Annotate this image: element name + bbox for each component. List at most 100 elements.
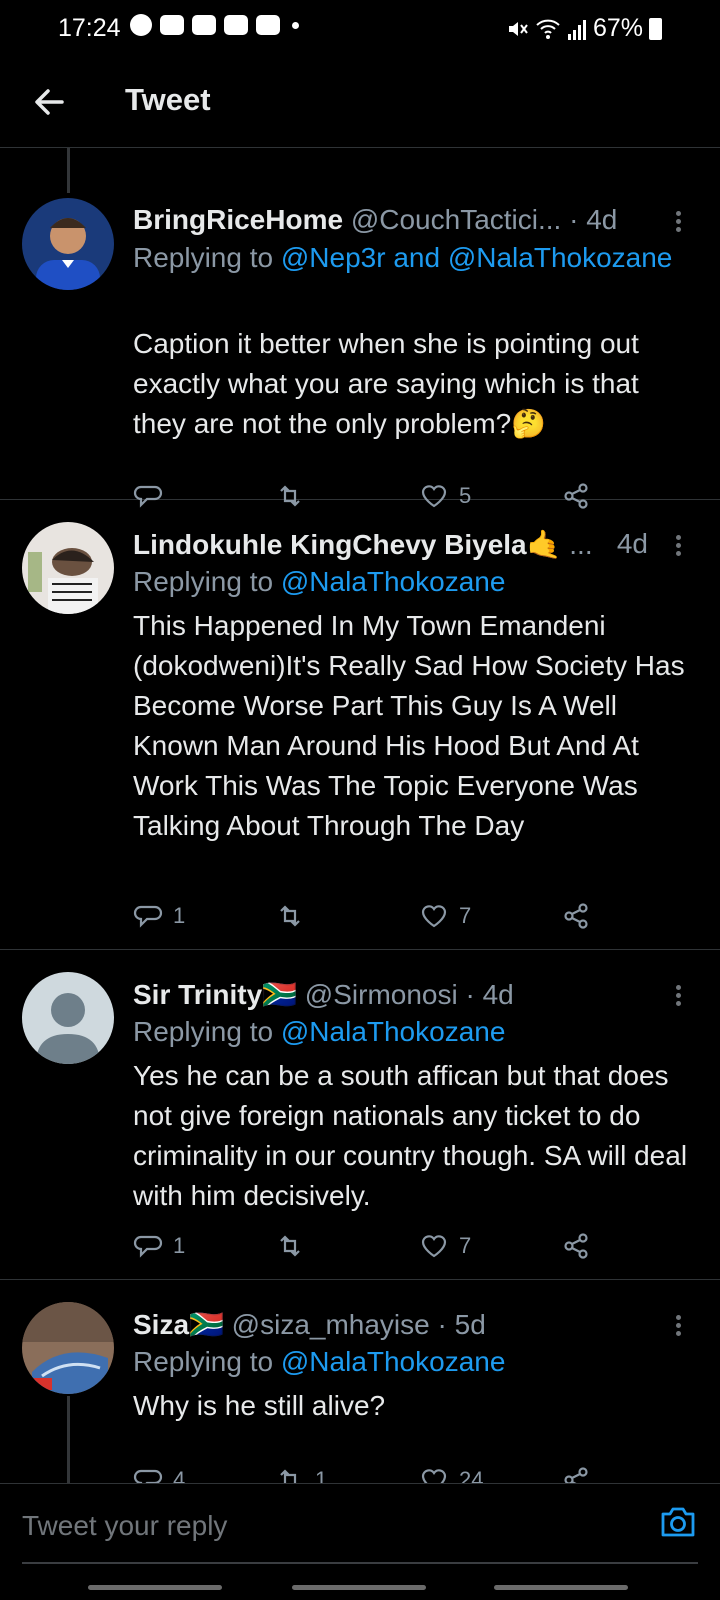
tweet-text: Yes he can be a south affican but that d… [133,1060,688,1211]
share-icon [564,903,588,929]
retweet-icon [280,1235,300,1257]
more-notifications-dot [292,21,299,29]
system-status: 67% [505,14,662,43]
reply-input[interactable] [22,1506,622,1546]
like-count: 7 [459,903,472,928]
back-button[interactable] [30,82,70,122]
display-name[interactable]: Lindokuhle KingChevy Biyela🤙 [133,529,562,560]
retweet-count: 1 [315,1467,328,1483]
reply-button[interactable]: 1 [133,1228,185,1264]
page-title: Tweet [125,82,211,117]
display-name[interactable]: Siza🇿🇦 [133,1309,224,1340]
nav-recents-button[interactable] [88,1585,222,1590]
mute-icon [508,21,528,36]
tweet-time: · 5d [437,1309,486,1340]
tweet-actions: 1 7 [133,1228,613,1264]
share-button[interactable] [561,898,591,934]
download-icon [192,15,216,35]
tweet-time: 4d [616,528,648,559]
camera-icon [661,1507,695,1537]
system-nav-bar [0,1565,720,1600]
nav-back-button[interactable] [494,1585,628,1590]
signal-icon [567,19,586,40]
user-handle[interactable]: ... [569,529,592,560]
camera-button[interactable] [658,1502,698,1542]
like-count: 24 [459,1467,484,1483]
reply-tweet[interactable]: Lindokuhle KingChevy Biyela🤙 ... 4d Repl… [0,500,720,950]
previous-tweet-actions [0,148,720,158]
tweet-header: Sir Trinity🇿🇦 @Sirmonosi · 4d [133,978,660,1011]
avatar[interactable] [22,972,114,1064]
reply-count: 4 [173,1467,186,1483]
retweet-button[interactable]: 1 [275,1462,327,1483]
like-button[interactable]: 24 [419,1462,483,1483]
share-button[interactable] [561,1462,591,1483]
replying-to: Replying to @NalaThokozane [133,566,506,597]
user-handle[interactable]: @CouchTactici... [351,204,562,235]
avatar[interactable] [22,198,114,290]
mention-link[interactable]: @NalaThokozane [281,1016,506,1047]
share-icon [564,1233,588,1259]
more-options-button[interactable] [672,982,684,1012]
mention-link[interactable]: @Nep3r and @NalaThokozane [281,242,673,273]
like-count: 7 [459,1233,472,1258]
replying-to: Replying to @Nep3r and @NalaThokozane [133,242,673,273]
speech-bubble-icon [133,1235,163,1258]
share-button[interactable] [561,1228,591,1264]
retweet-icon [280,1469,297,1483]
top-app-bar: Tweet [0,56,720,148]
user-handle[interactable]: @siza_mhayise [232,1309,430,1340]
avatar[interactable] [22,1302,114,1394]
youtube-icon [256,15,280,35]
reply-tweet[interactable]: Sir Trinity🇿🇦 @Sirmonosi · 4d Replying t… [0,950,720,1280]
nav-home-button[interactable] [292,1585,426,1590]
avatar[interactable] [22,522,114,614]
battery-percent: 67% [592,14,643,42]
more-options-button[interactable] [672,1312,684,1342]
tweet-time: · 4d [465,979,514,1010]
arrow-left-icon [35,89,64,115]
display-name[interactable]: BringRiceHome [133,204,343,235]
status-bar: 17:24 67% [0,0,720,56]
wifi-icon [536,19,560,39]
share-icon [564,1467,588,1483]
mention-link[interactable]: @NalaThokozane [281,1346,506,1377]
more-options-button[interactable] [672,208,684,238]
reply-count: 1 [173,1233,186,1258]
heart-icon [421,905,447,928]
reply-button[interactable]: 4 [133,1462,185,1483]
input-underline [22,1562,698,1564]
like-button[interactable]: 7 [419,898,471,934]
facebook-icon [130,14,152,36]
speech-bubble-icon [133,1469,163,1483]
reply-list[interactable]: BringRiceHome @CouchTactici... · 4d Repl… [0,148,720,1483]
reply-count: 1 [173,903,186,928]
reply-tweet[interactable]: BringRiceHome @CouchTactici... · 4d Repl… [0,176,720,509]
more-options-button[interactable] [672,532,684,562]
tweet-text: This Happened In My Town Emandeni (dokod… [133,610,685,841]
like-button[interactable]: 7 [419,1228,471,1264]
display-name[interactable]: Sir Trinity🇿🇦 [133,979,297,1010]
reply-composer [0,1483,720,1565]
battery-icon [649,17,662,40]
retweet-button[interactable] [275,898,315,934]
replying-to: Replying to @NalaThokozane [133,1016,506,1047]
tweet-header: BringRiceHome @CouchTactici... · 4d [133,204,660,236]
retweet-button[interactable] [275,1228,315,1264]
reply-tweet[interactable]: Siza🇿🇦 @siza_mhayise · 5d Replying to @N… [0,1280,720,1483]
speech-bubble-icon [133,905,163,928]
tweet-actions: 1 7 [133,898,613,934]
tweet-text: Why is he still alive? [133,1390,386,1421]
user-handle[interactable]: @Sirmonosi [305,979,458,1010]
tweet-header: Siza🇿🇦 @siza_mhayise · 5d [133,1308,660,1341]
youtube-icon [224,15,248,35]
tweet-actions: 4 1 24 [133,1462,613,1483]
heart-icon [421,1469,447,1483]
mention-link[interactable]: @NalaThokozane [281,566,506,597]
tweet-time: · 4d [569,204,618,235]
download-icon [160,15,184,35]
thread-line [67,1396,70,1483]
reply-button[interactable]: 1 [133,898,185,934]
retweet-icon [280,905,300,927]
status-time: 17:24 [58,14,121,42]
